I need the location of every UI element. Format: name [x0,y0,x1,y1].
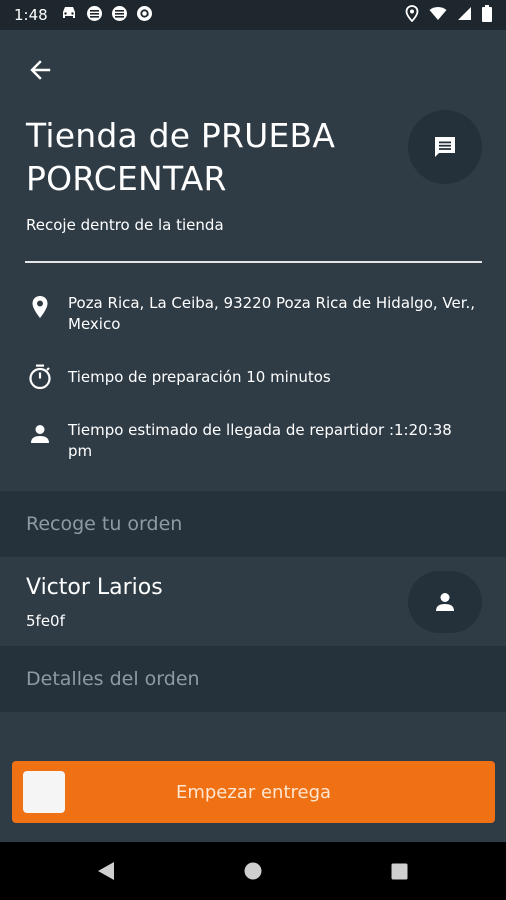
nav-back-button[interactable] [96,861,116,885]
customer-profile-button[interactable] [408,571,482,633]
checkbox-square[interactable] [23,771,65,813]
address-row: Poza Rica, La Ceiba, 93220 Poza Rica de … [26,293,476,335]
notification-icon [111,5,128,26]
nav-home-button[interactable] [244,862,262,884]
address-text: Poza Rica, La Ceiba, 93220 Poza Rica de … [68,294,476,333]
triangle-back-icon [98,862,114,880]
prep-time-row: Tiempo de preparación 10 minutos [26,363,476,391]
battery-icon [482,4,492,26]
pickup-section-header: Recoge tu orden [0,491,506,557]
store-title: Tienda de PRUEBA PORCENTAR [26,116,336,198]
timer-icon [26,363,54,391]
order-code: 5fe0f [26,612,65,630]
location-pin-icon [26,293,54,321]
status-time: 1:48 [14,6,48,24]
eta-row: Tiempo estimado de llegada de repartidor… [26,420,476,462]
prep-time-text: Tiempo de preparación 10 minutos [68,368,331,386]
chat-button[interactable] [408,110,482,184]
start-delivery-button[interactable]: Empezar entrega [12,761,495,823]
customer-name: Victor Larios [26,575,163,600]
start-delivery-label: Empezar entrega [175,781,332,803]
wifi-icon [429,6,447,25]
arrow-left-icon [30,60,51,80]
signal-icon [457,6,472,25]
nav-recents-button[interactable] [391,863,408,884]
notification-icon [86,5,103,26]
person-icon [436,593,454,611]
location-icon [405,4,419,26]
square-recents-icon [391,863,408,880]
person-icon [26,420,54,448]
eta-text: Tiempo estimado de llegada de repartidor… [68,421,452,460]
status-bar: 1:48 [0,0,506,30]
system-nav-bar [0,842,506,900]
circle-home-icon [244,862,262,880]
car-icon [60,6,78,24]
divider [25,261,482,263]
at-icon [136,5,153,26]
details-section-header: Detalles del orden [0,646,506,712]
back-button[interactable] [24,54,56,86]
pickup-type: Recoje dentro de la tienda [26,216,224,234]
chat-icon [435,137,455,157]
